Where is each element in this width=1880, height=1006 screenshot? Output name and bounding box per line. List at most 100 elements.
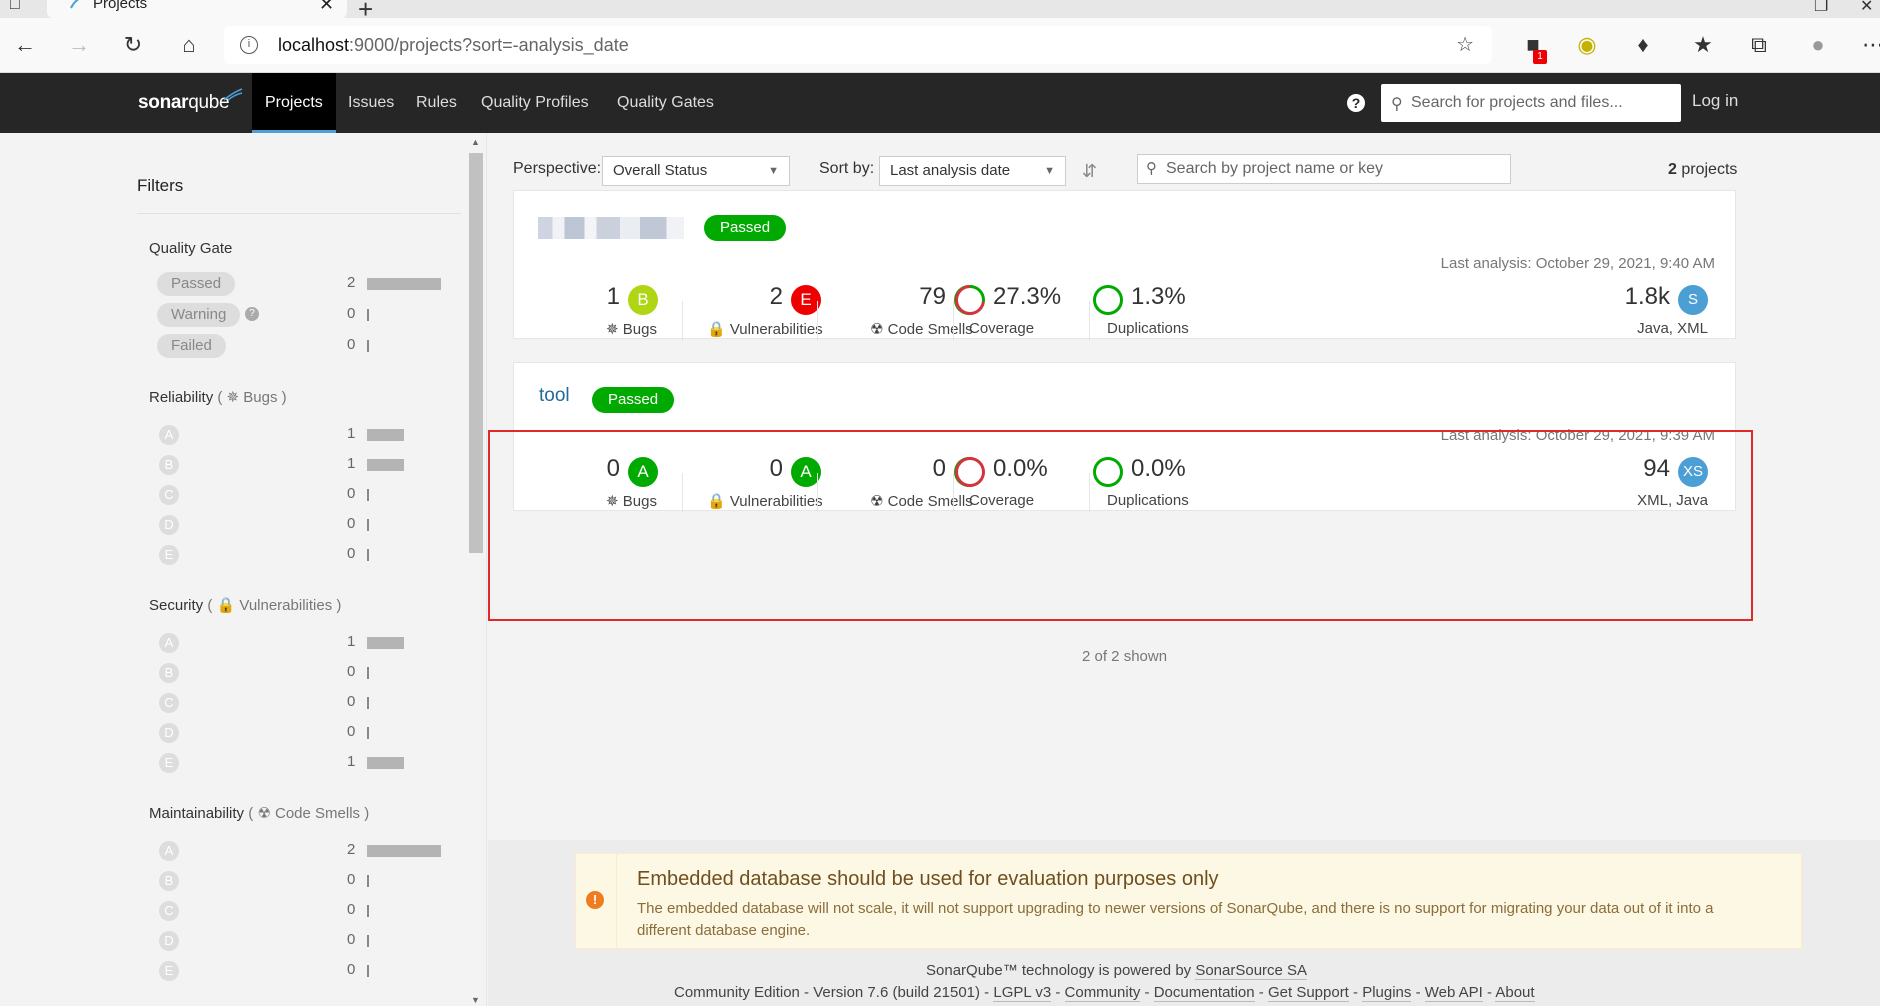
lock-icon: ( 🔒 xyxy=(203,597,240,614)
filter-row-maintainability-e[interactable]: E0 xyxy=(157,959,457,983)
collections-icon[interactable]: ⧉ xyxy=(1746,32,1772,58)
filter-row-maintainability-a[interactable]: A2 xyxy=(157,839,457,863)
filter-bar-empty xyxy=(367,519,369,531)
filter-row-security-b[interactable]: B0 xyxy=(157,661,457,685)
filter-row-reliability-e[interactable]: E0 xyxy=(157,543,457,567)
global-search[interactable]: ⚲ xyxy=(1381,84,1681,122)
filter-row-quality-gate-passed[interactable]: Passed 2 xyxy=(157,272,457,296)
project-name-link[interactable]: tool xyxy=(539,385,570,407)
measure-vulnerabilities[interactable]: 2 E 🔒 Vulnerabilities xyxy=(707,283,867,343)
filter-row-maintainability-c[interactable]: C0 xyxy=(157,899,457,923)
footer-link-license[interactable]: LGPL v3 xyxy=(993,984,1052,1002)
more-menu-icon[interactable]: ⋯ xyxy=(1860,32,1880,58)
perspective-select[interactable]: Overall Status ▼ xyxy=(602,156,790,186)
filter-row-security-a[interactable]: A1 xyxy=(157,631,457,655)
scroll-down-icon[interactable]: ▼ xyxy=(471,995,480,1005)
sonarsource-link[interactable]: SonarSource SA xyxy=(1195,962,1308,980)
login-link[interactable]: Log in xyxy=(1692,91,1738,111)
project-count: 2 projects xyxy=(1668,161,1737,179)
filter-count: 0 xyxy=(347,961,356,978)
footer-link-webapi[interactable]: Web API xyxy=(1424,984,1483,1002)
filter-row-quality-gate-failed[interactable]: Failed 0 xyxy=(157,334,457,358)
nav-issues[interactable]: Issues xyxy=(335,73,407,133)
footer-link-documentation[interactable]: Documentation xyxy=(1153,984,1255,1002)
nav-projects[interactable]: Projects xyxy=(252,73,336,133)
sort-direction-icon[interactable]: ⇵ xyxy=(1082,161,1102,181)
size-rating-badge: S xyxy=(1678,285,1708,315)
nav-quality-gates[interactable]: Quality Gates xyxy=(604,73,727,133)
profile-avatar-icon[interactable]: ● xyxy=(1805,32,1831,58)
filter-row-maintainability-b[interactable]: B0 xyxy=(157,869,457,893)
project-name-link[interactable] xyxy=(538,217,684,239)
footer-link-about[interactable]: About xyxy=(1495,984,1535,1002)
nav-quality-profiles[interactable]: Quality Profiles xyxy=(468,73,602,133)
measure-value: 1 xyxy=(606,283,620,310)
footer-link-plugins[interactable]: Plugins xyxy=(1362,984,1412,1002)
rating-badge: A xyxy=(159,633,179,653)
filter-row-security-e[interactable]: E1 xyxy=(157,751,457,775)
project-search-input[interactable] xyxy=(1166,155,1506,183)
filter-row-reliability-c[interactable]: C0 xyxy=(157,483,457,507)
close-window-icon[interactable]: ✕ xyxy=(1860,0,1873,16)
measure-divider xyxy=(953,301,954,341)
filter-count: 0 xyxy=(347,305,356,322)
close-tab-icon[interactable]: ✕ xyxy=(319,0,334,15)
favorites-icon[interactable]: ★ xyxy=(1690,32,1716,58)
filter-row-reliability-a[interactable]: A1 xyxy=(157,423,457,447)
filter-bar-empty xyxy=(367,309,369,321)
reload-icon[interactable]: ↻ xyxy=(120,32,146,58)
measure-divider xyxy=(1089,301,1090,341)
tab-bar: □ Projects ✕ + ❐ ✕ xyxy=(0,0,1880,24)
footer-link-support[interactable]: Get Support xyxy=(1267,984,1349,1002)
perspective-label: Perspective: xyxy=(513,160,602,177)
filters-divider xyxy=(137,213,461,214)
yandex-icon[interactable]: ◉ xyxy=(1574,32,1600,58)
nav-rules[interactable]: Rules xyxy=(403,73,470,133)
filter-subtitle: ( ✵ Bugs ) xyxy=(213,389,287,406)
browser-toolbar: ← → ↻ ⌂ i localhost:9000/projects?sort=-… xyxy=(0,18,1880,73)
filter-row-security-d[interactable]: D0 xyxy=(157,721,457,745)
home-icon[interactable]: ⌂ xyxy=(176,32,202,58)
filter-bar-empty xyxy=(367,697,369,709)
measure-duplications[interactable]: 1.3% Duplications xyxy=(1093,283,1233,343)
sort-select[interactable]: Last analysis date ▼ xyxy=(879,156,1066,186)
scrollbar-thumb[interactable] xyxy=(469,153,483,553)
measure-bugs[interactable]: 1 B ✵ Bugs xyxy=(544,283,704,343)
gate-status-pill: Warning xyxy=(157,303,241,327)
extensions-puzzle-icon[interactable]: ♦ xyxy=(1630,32,1656,58)
measure-size[interactable]: 1.8k S Java, XML xyxy=(1544,283,1714,343)
filter-row-quality-gate-warning[interactable]: Warning? 0 xyxy=(157,303,457,327)
filter-bar xyxy=(367,637,404,649)
sidebar-scrollbar[interactable]: ▲ ▼ xyxy=(467,133,485,1006)
filter-row-reliability-d[interactable]: D0 xyxy=(157,513,457,537)
help-icon[interactable]: ? xyxy=(1347,94,1365,112)
measure-label-text: Bugs xyxy=(622,321,657,338)
measure-label: Duplications xyxy=(1107,320,1189,337)
measure-coverage[interactable]: 27.3% Coverage xyxy=(955,283,1095,343)
scroll-up-icon[interactable]: ▲ xyxy=(471,137,480,147)
forward-icon[interactable]: → xyxy=(66,32,92,58)
warning-title: Embedded database should be used for eva… xyxy=(637,868,1219,890)
project-search[interactable]: ⚲ xyxy=(1137,154,1511,184)
filter-row-maintainability-d[interactable]: D0 xyxy=(157,929,457,953)
sonarqube-logo[interactable]: sonarqube xyxy=(138,92,230,114)
address-bar[interactable]: i localhost:9000/projects?sort=-analysis… xyxy=(224,26,1492,64)
browser-tab[interactable]: Projects ✕ xyxy=(47,0,347,18)
filter-count: 0 xyxy=(347,931,356,948)
warning-icon: ! xyxy=(586,891,604,909)
filter-count: 0 xyxy=(347,545,356,562)
help-icon[interactable]: ? xyxy=(245,307,259,321)
back-icon[interactable]: ← xyxy=(12,32,38,58)
site-info-icon[interactable]: i xyxy=(240,36,258,54)
restore-window-icon[interactable]: ❐ xyxy=(1814,0,1828,16)
global-search-input[interactable] xyxy=(1411,84,1671,122)
filter-row-security-c[interactable]: C0 xyxy=(157,691,457,715)
sidebar-toggle-icon[interactable]: □ xyxy=(10,0,20,14)
footer-edition: Community Edition xyxy=(674,984,800,1001)
rating-badge: D xyxy=(159,931,179,951)
filter-row-reliability-b[interactable]: B1 xyxy=(157,453,457,477)
gate-status-pill: Passed xyxy=(157,272,236,296)
logo-text-a: sonar xyxy=(138,92,189,113)
favorite-add-icon[interactable]: ☆ xyxy=(1456,26,1474,64)
footer-link-community[interactable]: Community xyxy=(1064,984,1141,1002)
